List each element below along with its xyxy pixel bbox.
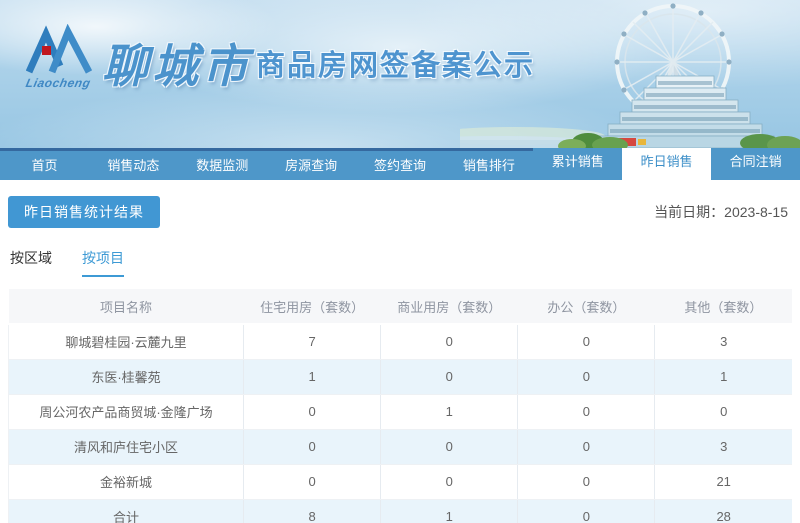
nav-item-销售动态[interactable]: 销售动态 [89, 151, 178, 180]
value-cell: 0 [244, 394, 381, 429]
value-cell: 0 [381, 359, 518, 394]
value-cell: 28 [655, 499, 792, 523]
value-cell: 1 [381, 394, 518, 429]
value-cell: 0 [518, 359, 655, 394]
column-header: 商业用房（套数） [381, 289, 518, 324]
sales-table-wrap: 项目名称住宅用房（套数）商业用房（套数）办公（套数）其他（套数） 聊城碧桂园·云… [8, 289, 792, 523]
project-name-cell: 清风和庐住宅小区 [9, 429, 244, 464]
logo-red-square [42, 46, 51, 55]
value-cell: 7 [244, 324, 381, 359]
project-name-cell: 东医·桂馨苑 [9, 359, 244, 394]
table-row: 聊城碧桂园·云麓九里7003 [9, 324, 793, 359]
column-header: 项目名称 [9, 289, 244, 324]
tab-按区域[interactable]: 按区域 [10, 248, 52, 277]
project-name-cell: 合计 [9, 499, 244, 523]
city-name: 聊城市 [102, 30, 252, 96]
project-name-cell: 周公河农产品商贸城·金隆广场 [9, 394, 244, 429]
value-cell: 0 [381, 464, 518, 499]
nav-item-昨日销售[interactable]: 昨日销售 [622, 144, 711, 180]
city-logo: Liaocheng [26, 24, 92, 88]
column-header: 住宅用房（套数） [244, 289, 381, 324]
value-cell: 1 [244, 359, 381, 394]
nav-item-首页[interactable]: 首页 [0, 151, 89, 180]
value-cell: 0 [518, 429, 655, 464]
value-cell: 0 [518, 324, 655, 359]
nav-item-销售排行[interactable]: 销售排行 [444, 151, 533, 180]
project-name-cell: 聊城碧桂园·云麓九里 [9, 324, 244, 359]
value-cell: 0 [518, 394, 655, 429]
table-row: 清风和庐住宅小区0003 [9, 429, 793, 464]
table-row: 东医·桂馨苑1001 [9, 359, 793, 394]
value-cell: 3 [655, 429, 792, 464]
tab-按项目[interactable]: 按项目 [82, 248, 124, 277]
value-cell: 0 [244, 429, 381, 464]
header-banner: Liaocheng 聊城市 商品房网签备案公示 [0, 0, 800, 148]
brand: Liaocheng 聊城市 商品房网签备案公示 [26, 24, 535, 96]
value-cell: 1 [381, 499, 518, 523]
value-cell: 8 [244, 499, 381, 523]
table-row: 金裕新城00021 [9, 464, 793, 499]
nav-item-累计销售[interactable]: 累计销售 [533, 144, 622, 180]
value-cell: 0 [244, 464, 381, 499]
project-name-cell: 金裕新城 [9, 464, 244, 499]
mountain-logo-icon [26, 24, 92, 76]
nav-item-合同注销[interactable]: 合同注销 [711, 144, 800, 180]
section-title-badge: 昨日销售统计结果 [8, 196, 160, 228]
value-cell: 0 [381, 429, 518, 464]
column-header: 其他（套数） [655, 289, 792, 324]
main-nav: 首页销售动态数据监测房源查询签约查询销售排行累计销售昨日销售合同注销 [0, 148, 800, 180]
column-header: 办公（套数） [518, 289, 655, 324]
table-header-row: 项目名称住宅用房（套数）商业用房（套数）办公（套数）其他（套数） [9, 289, 793, 324]
table-row: 周公河农产品商贸城·金隆广场0100 [9, 394, 793, 429]
header-photo [460, 0, 800, 148]
value-cell: 3 [655, 324, 792, 359]
main-content: 昨日销售统计结果 当前日期：2023-8-15 按区域 按项目 项目名称住宅用房（… [0, 196, 800, 523]
table-row: 合计81028 [9, 499, 793, 523]
value-cell: 0 [655, 394, 792, 429]
value-cell: 21 [655, 464, 792, 499]
value-cell: 0 [381, 324, 518, 359]
view-tabs: 按区域 按项目 [10, 248, 800, 277]
nav-item-数据监测[interactable]: 数据监测 [178, 151, 267, 180]
table-body: 聊城碧桂园·云麓九里7003东医·桂馨苑1001周公河农产品商贸城·金隆广场01… [9, 324, 793, 523]
value-cell: 0 [518, 464, 655, 499]
value-cell: 1 [655, 359, 792, 394]
sales-table: 项目名称住宅用房（套数）商业用房（套数）办公（套数）其他（套数） 聊城碧桂园·云… [8, 289, 792, 523]
logo-script-text: Liaocheng [25, 76, 92, 90]
nav-item-签约查询[interactable]: 签约查询 [356, 151, 445, 180]
current-date-label: 当前日期：2023-8-15 [654, 202, 788, 222]
nav-item-房源查询[interactable]: 房源查询 [267, 151, 356, 180]
value-cell: 0 [518, 499, 655, 523]
